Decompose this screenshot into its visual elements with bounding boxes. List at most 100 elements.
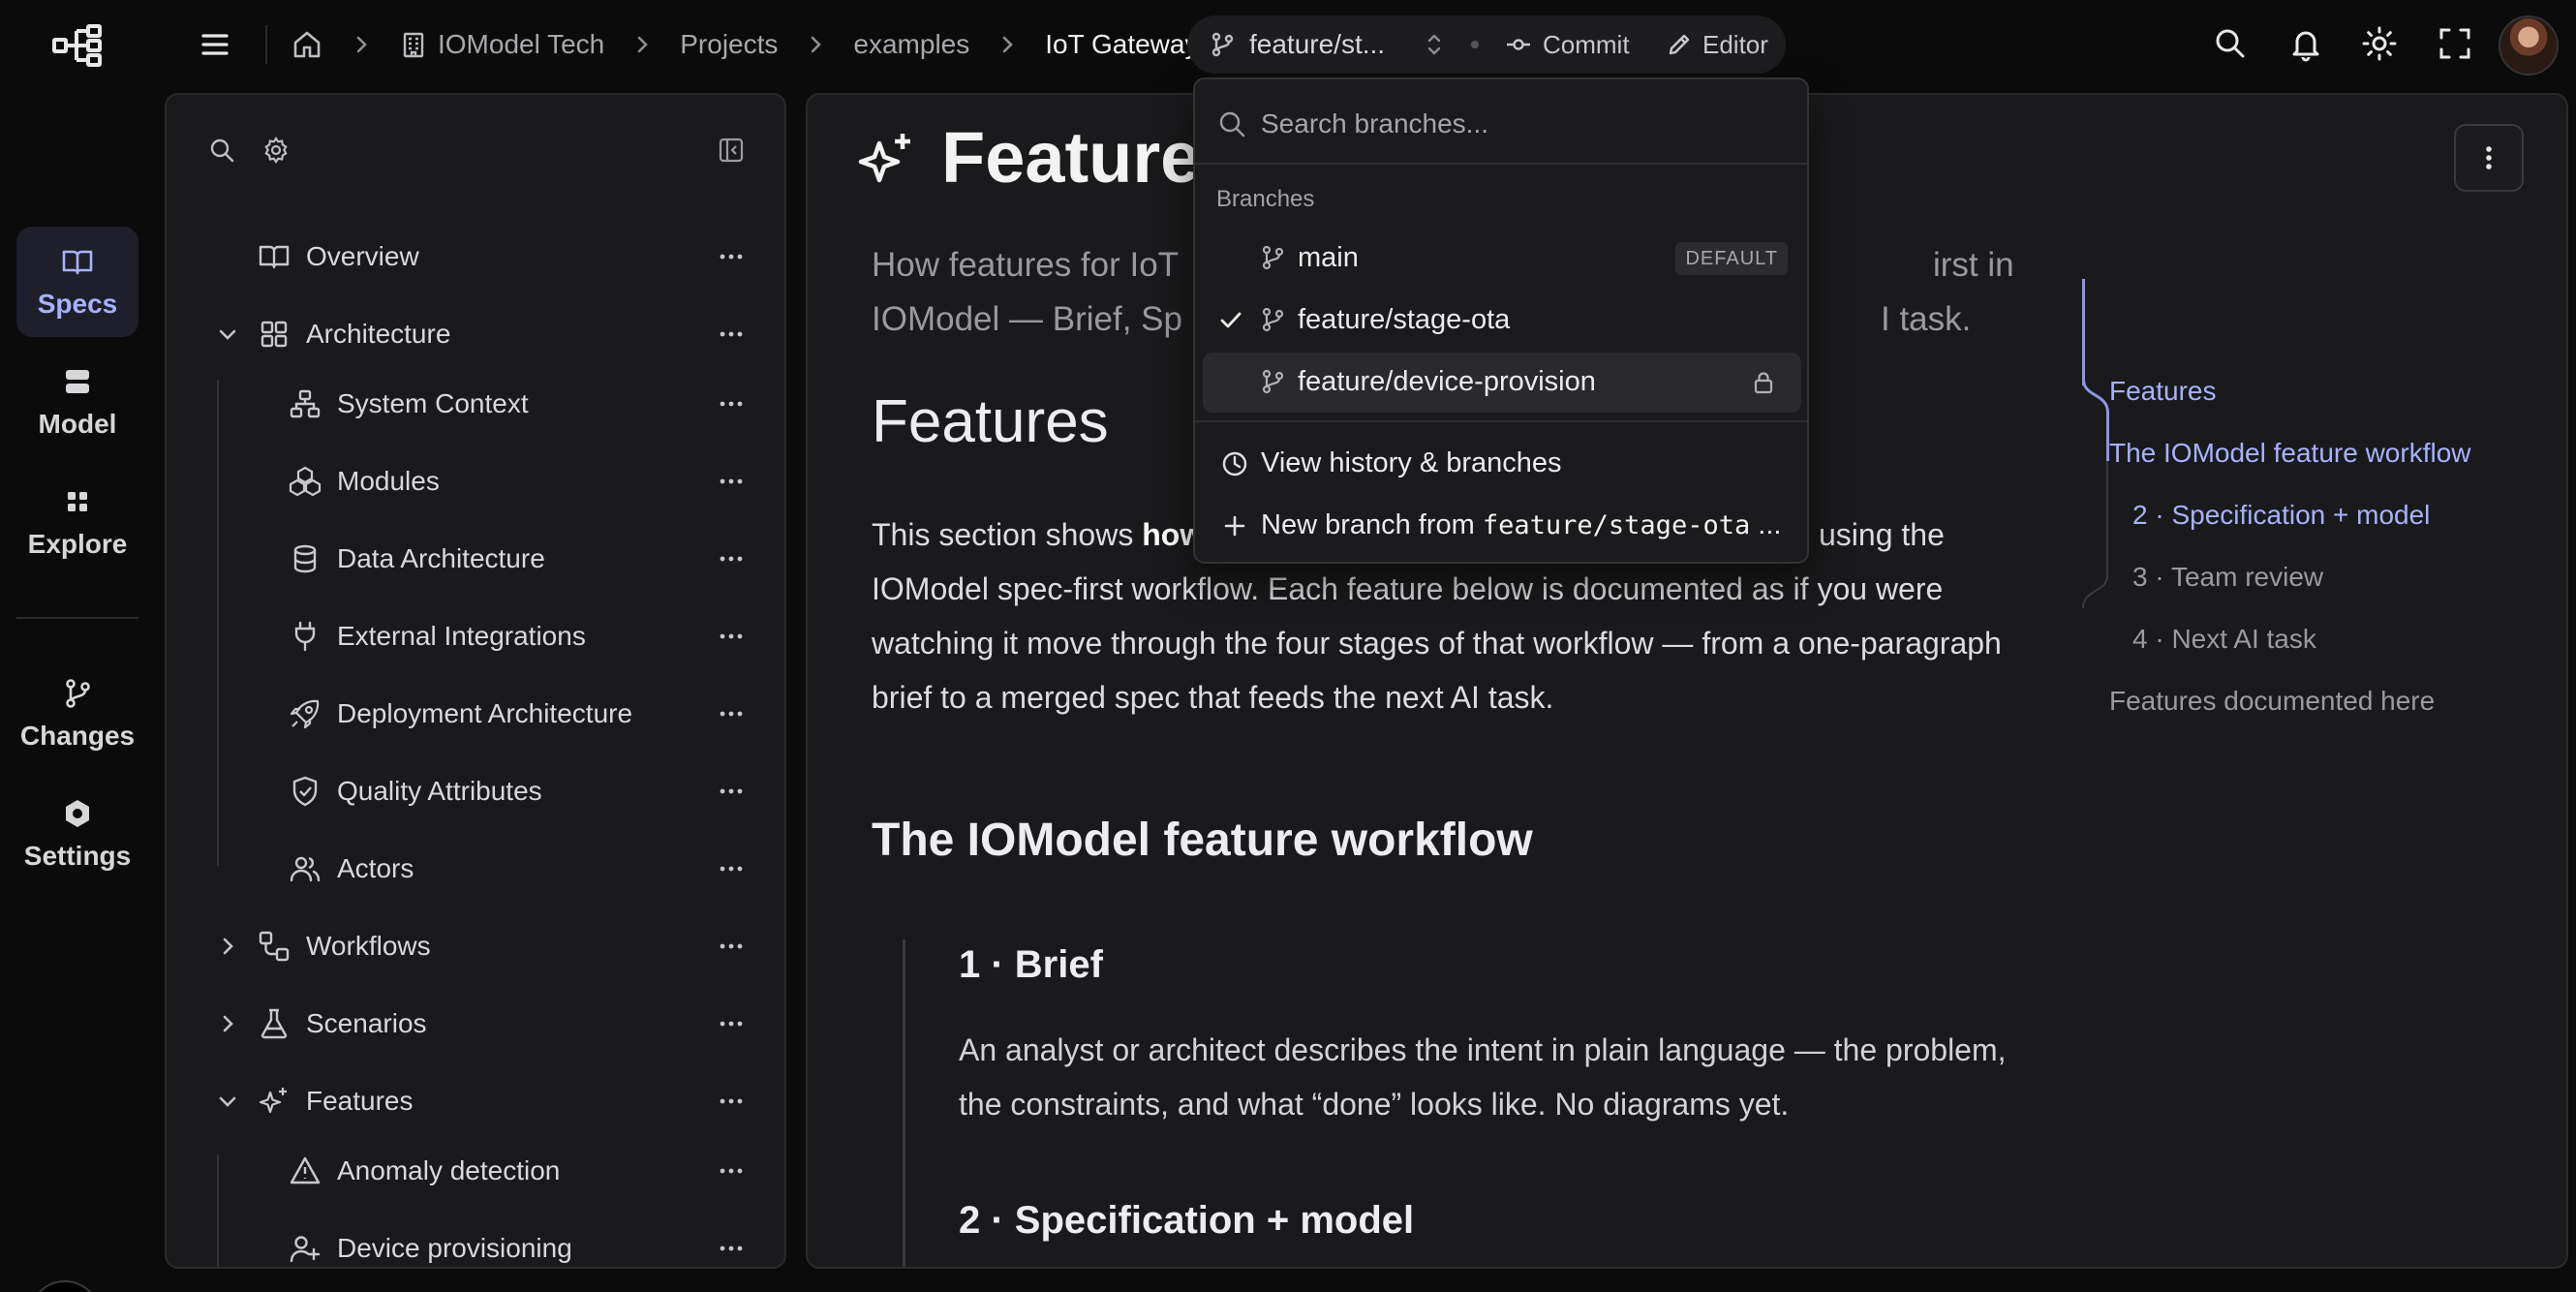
more-horizontal-icon[interactable] <box>717 1087 746 1116</box>
app-logo-icon[interactable] <box>51 23 104 68</box>
git-branch-icon <box>1259 244 1286 271</box>
tree-item-architecture[interactable]: Architecture <box>167 300 784 368</box>
branch-selector[interactable]: feature/st... <box>1249 29 1385 60</box>
divider <box>1195 420 1807 422</box>
sparkles-icon <box>854 128 918 192</box>
chevron-down-icon[interactable] <box>215 1089 240 1114</box>
hamburger-menu-icon[interactable] <box>198 27 232 62</box>
toc-link[interactable]: Features documented here <box>2109 686 2435 717</box>
avatar[interactable] <box>2499 15 2559 76</box>
tree-item-device-provisioning[interactable]: Device provisioning <box>167 1215 784 1267</box>
layers-icon <box>60 364 95 399</box>
breadcrumb: IOModel Tech Projects examples IoT Gatew… <box>291 23 1198 66</box>
chevron-down-icon[interactable] <box>215 322 240 347</box>
more-horizontal-icon[interactable] <box>717 1156 746 1185</box>
git-commit-icon <box>1504 30 1533 59</box>
chevron-right-icon <box>803 32 828 57</box>
more-horizontal-icon[interactable] <box>717 389 746 418</box>
rail-item-settings[interactable]: Settings <box>16 779 138 889</box>
chevron-right-icon[interactable] <box>215 1011 240 1036</box>
more-horizontal-icon[interactable] <box>717 320 746 349</box>
more-horizontal-icon[interactable] <box>717 1009 746 1038</box>
chevron-right-icon[interactable] <box>215 934 240 959</box>
more-horizontal-icon[interactable] <box>717 242 746 271</box>
tree-item-scenarios[interactable]: Scenarios <box>167 990 784 1058</box>
git-branch-icon <box>1259 306 1286 333</box>
sun-icon[interactable] <box>2361 25 2398 62</box>
toc-track-curve <box>2082 575 2108 609</box>
more-horizontal-icon[interactable] <box>717 1234 746 1263</box>
commit-label: Commit <box>1543 29 1630 59</box>
rail-item-changes[interactable]: Changes <box>16 659 138 769</box>
tree-item-actors[interactable]: Actors <box>167 835 784 903</box>
more-horizontal-icon[interactable] <box>717 777 746 806</box>
rail-item-specs[interactable]: Specs <box>16 227 138 337</box>
editor-button[interactable]: Editor <box>1666 27 1768 62</box>
tree-item-label: Architecture <box>306 319 451 349</box>
section-heading: The IOModel feature workflow <box>872 815 1533 866</box>
gear-icon[interactable] <box>261 136 291 165</box>
tree-item-overview[interactable]: Overview <box>167 223 784 291</box>
branch-option-device-provision[interactable]: feature/device-provision <box>1203 353 1801 413</box>
toc-link[interactable]: 2 · Specification + model <box>2132 500 2430 531</box>
chevrons-up-down-icon[interactable] <box>1420 29 1449 60</box>
tree-item-label: Workflows <box>306 931 431 961</box>
tree-item-system-context[interactable]: System Context <box>167 370 784 438</box>
branch-option-stage-ota[interactable]: feature/stage-ota <box>1203 291 1801 351</box>
bell-icon[interactable] <box>2287 25 2324 62</box>
toc-link[interactable]: 3 · Team review <box>2132 562 2323 593</box>
branch-option-main[interactable]: main DEFAULT <box>1203 229 1801 289</box>
search-icon[interactable] <box>207 136 236 165</box>
rail-item-explore[interactable]: Explore <box>16 467 138 577</box>
n-badge[interactable]: N <box>29 1280 101 1292</box>
shield-check-icon <box>289 775 322 808</box>
toc-link[interactable]: 4 · Next AI task <box>2132 624 2316 655</box>
building-icon <box>399 30 428 59</box>
git-branch-icon <box>60 676 95 711</box>
panel-collapse-icon[interactable] <box>717 136 746 165</box>
new-branch-item[interactable]: New branch from feature/stage-ota ... <box>1203 496 1801 554</box>
check-icon <box>1218 308 1243 333</box>
rocket-icon <box>289 697 322 730</box>
home-icon[interactable] <box>291 28 323 61</box>
breadcrumb-label: IOModel Tech <box>438 29 605 59</box>
tree-item-external-integrations[interactable]: External Integrations <box>167 602 784 670</box>
more-horizontal-icon[interactable] <box>717 622 746 651</box>
fullscreen-icon[interactable] <box>2437 25 2473 62</box>
editor-label: Editor <box>1702 29 1768 59</box>
more-horizontal-icon[interactable] <box>717 932 746 961</box>
more-horizontal-icon[interactable] <box>717 544 746 573</box>
more-horizontal-icon[interactable] <box>717 854 746 883</box>
more-horizontal-icon[interactable] <box>717 699 746 728</box>
tree-item-data-architecture[interactable]: Data Architecture <box>167 525 784 593</box>
toc-link[interactable]: The IOModel feature workflow <box>2109 438 2471 469</box>
breadcrumb-examples[interactable]: examples <box>853 29 969 60</box>
branch-search-input[interactable] <box>1261 101 1784 147</box>
clock-icon <box>1220 449 1249 478</box>
tree-item-features[interactable]: Features <box>167 1067 784 1135</box>
breadcrumb-org[interactable]: IOModel Tech <box>399 29 604 60</box>
more-horizontal-icon[interactable] <box>717 467 746 496</box>
breadcrumb-projects[interactable]: Projects <box>680 29 778 60</box>
search-icon[interactable] <box>2212 25 2249 62</box>
tree-item-anomaly-detection[interactable]: Anomaly detection <box>167 1137 784 1205</box>
tree-item-quality-attributes[interactable]: Quality Attributes <box>167 757 784 825</box>
tree-item-label: Device provisioning <box>337 1233 572 1263</box>
view-history-branches-item[interactable]: View history & branches <box>1203 434 1801 492</box>
table-of-contents: Features The IOModel feature workflow 2 … <box>2082 279 2528 716</box>
book-open-icon <box>60 244 95 279</box>
toc-link[interactable]: Features <box>2109 376 2217 407</box>
user-plus-icon <box>289 1232 322 1265</box>
subtitle-line2-tail: I task. <box>1881 300 1972 338</box>
tree-item-workflows[interactable]: Workflows <box>167 912 784 980</box>
new-branch-ellipsis: ... <box>1758 509 1782 540</box>
git-branch-icon <box>1259 368 1286 395</box>
tree-item-deployment-architecture[interactable]: Deployment Architecture <box>167 680 784 748</box>
tree-item-modules[interactable]: Modules <box>167 447 784 515</box>
menu-item-label: New branch from feature/stage-ota ... <box>1261 509 1781 541</box>
rail-item-model[interactable]: Model <box>16 347 138 457</box>
more-options-button[interactable] <box>2454 124 2524 192</box>
commit-button[interactable]: Commit <box>1504 27 1630 62</box>
breadcrumb-current-project[interactable]: IoT Gateway <box>1045 29 1198 60</box>
hexagon-gear-icon <box>60 796 95 831</box>
